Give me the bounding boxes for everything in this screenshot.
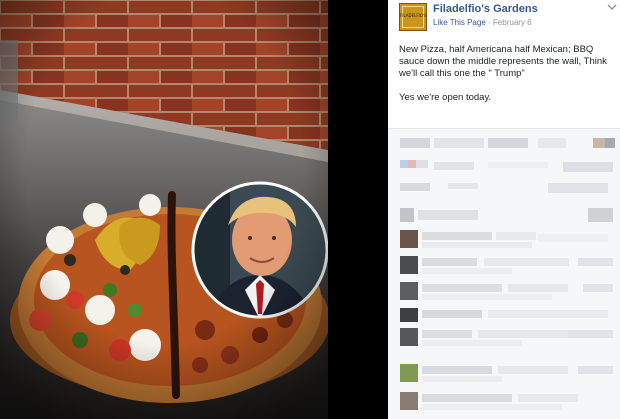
- blurred-comments-area: [388, 128, 620, 419]
- post-text-paragraph-1: New Pizza, half Americana half Mexican; …: [399, 44, 607, 79]
- post-photo[interactable]: [0, 0, 328, 419]
- post-body: New Pizza, half Americana half Mexican; …: [399, 44, 611, 116]
- meta-separator: ·: [488, 18, 491, 27]
- pixelated-comments: [388, 128, 620, 419]
- screenshot-root: FILADELFIO'S Filadelfio's Gardens Like T…: [0, 0, 620, 419]
- pizza-photo-illustration: [0, 0, 328, 419]
- post-date[interactable]: February 6: [493, 18, 532, 27]
- chevron-down-icon[interactable]: [607, 3, 617, 13]
- page-name-link[interactable]: Filadelfio's Gardens: [433, 3, 538, 15]
- lightbox-gutter: [328, 0, 388, 419]
- post-header: FILADELFIO'S Filadelfio's Gardens Like T…: [388, 0, 620, 36]
- logo-text: FILADELFIO'S: [400, 13, 427, 18]
- page-logo[interactable]: FILADELFIO'S: [399, 3, 427, 31]
- post-panel: FILADELFIO'S Filadelfio's Gardens Like T…: [388, 0, 620, 419]
- post-meta: Like This Page · February 6: [433, 18, 532, 27]
- post-text-paragraph-2: Yes we're open today.: [399, 92, 492, 103]
- like-page-link[interactable]: Like This Page: [433, 18, 486, 27]
